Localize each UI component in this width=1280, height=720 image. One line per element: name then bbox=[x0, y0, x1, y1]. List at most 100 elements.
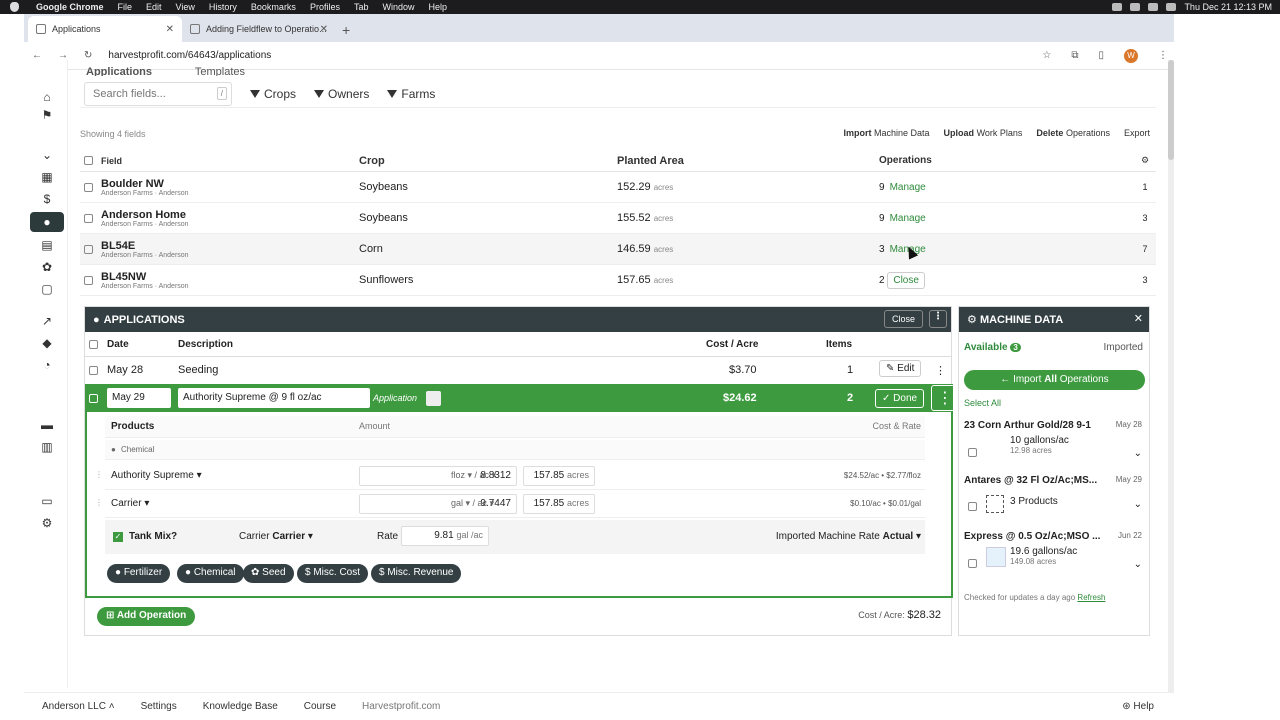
product-select[interactable]: Carrier ▾ bbox=[111, 498, 149, 509]
new-tab-icon[interactable]: + bbox=[342, 22, 350, 38]
tank-mix-checkbox[interactable]: ✓ bbox=[113, 532, 123, 542]
chevron-down-icon[interactable]: ⌄ bbox=[1134, 499, 1142, 510]
row-checkbox[interactable] bbox=[84, 275, 93, 285]
drag-handle-icon[interactable]: ⋮ bbox=[95, 470, 103, 479]
profile-avatar[interactable]: W bbox=[1124, 48, 1138, 63]
delete-operations-button[interactable]: Delete Operations bbox=[1036, 128, 1110, 138]
knowledge-base-link[interactable]: Knowledge Base bbox=[203, 701, 278, 712]
field-name[interactable]: BL45NW bbox=[101, 271, 359, 283]
application-row[interactable]: May 28 Seeding $3.70 1 ✎ Edit ⋮ bbox=[85, 357, 951, 383]
select-all-checkbox[interactable] bbox=[84, 156, 93, 165]
extensions-icon[interactable]: ⧉ bbox=[1071, 50, 1078, 61]
carrier-select[interactable]: Carrier Carrier ▾ bbox=[239, 531, 313, 542]
col-field[interactable]: Field bbox=[101, 156, 359, 166]
help-button[interactable]: ⊛ Help bbox=[1122, 701, 1154, 712]
field-name[interactable]: BL54E bbox=[101, 240, 359, 252]
table-row[interactable]: BL45NW Anderson Farms · Anderson Sunflowe… bbox=[80, 265, 1156, 296]
import-all-operations-button[interactable]: ← Import All Operations bbox=[964, 370, 1145, 390]
chart-line-icon[interactable]: ↗ bbox=[40, 314, 54, 328]
site-link[interactable]: Harvestprofit.com bbox=[362, 701, 440, 712]
wifi-icon[interactable] bbox=[1130, 3, 1141, 11]
close-panel-button[interactable]: Close bbox=[883, 310, 923, 328]
seedling-icon[interactable]: ✿ bbox=[40, 260, 54, 274]
clock[interactable]: Thu Dec 21 12:13 PM bbox=[1184, 2, 1272, 12]
document-icon[interactable]: ▢ bbox=[40, 282, 54, 296]
menu-window[interactable]: Window bbox=[382, 2, 414, 12]
table-row[interactable]: Boulder NW Anderson Farms · Anderson Soyb… bbox=[80, 172, 1156, 203]
field-name[interactable]: Anderson Home bbox=[101, 209, 359, 221]
drag-handle-icon[interactable]: ⋮ bbox=[95, 498, 103, 507]
menu-edit[interactable]: Edit bbox=[146, 2, 162, 12]
flag-icon[interactable]: ⚑ bbox=[40, 108, 54, 122]
calendar-icon[interactable]: ▤ bbox=[40, 238, 54, 252]
row-menu-icon[interactable]: ⋮ bbox=[935, 364, 946, 377]
select-all-checkbox[interactable] bbox=[89, 339, 98, 349]
unit-select[interactable]: floz ▾ / ac ▾ bbox=[451, 470, 496, 481]
panel-menu-icon[interactable]: ⋮ bbox=[929, 310, 947, 328]
chevron-down-icon[interactable]: ⌄ bbox=[40, 148, 54, 162]
row-checkbox[interactable] bbox=[84, 182, 93, 192]
apple-icon[interactable] bbox=[10, 2, 19, 12]
dollar-icon[interactable]: $ bbox=[40, 192, 54, 206]
add-misc-revenue-button[interactable]: $ Misc. Revenue bbox=[371, 564, 462, 583]
search-icon[interactable] bbox=[1166, 3, 1177, 11]
table-row[interactable]: BL54E Anderson Farms · Anderson Corn 146.… bbox=[80, 234, 1156, 265]
url-field[interactable]: harvestprofit.com/64643/applications bbox=[108, 50, 271, 61]
add-chemical-button[interactable]: ● Chemical bbox=[177, 564, 244, 583]
close-icon[interactable]: ✕ bbox=[1134, 312, 1143, 325]
page-scrollbar[interactable] bbox=[1168, 60, 1174, 692]
browser-tab-applications[interactable]: Applications ✕ bbox=[28, 16, 182, 42]
dashboard-icon[interactable]: ⌂ bbox=[40, 90, 54, 104]
applications-drop-icon[interactable]: ● bbox=[30, 212, 64, 232]
close-tab-icon[interactable]: ✕ bbox=[320, 24, 328, 35]
field-name[interactable]: Boulder NW bbox=[101, 178, 359, 190]
row-checkbox[interactable] bbox=[89, 393, 98, 403]
bookmark-star-icon[interactable]: ☆ bbox=[1042, 50, 1051, 61]
building-icon[interactable]: ▥ bbox=[40, 440, 54, 454]
pie-chart-icon[interactable]: ◔ bbox=[40, 358, 54, 372]
farms-filter[interactable]: Farms bbox=[387, 87, 435, 101]
rate-input[interactable]: 9.81 gal /ac bbox=[401, 526, 489, 546]
tab-imported[interactable]: Imported bbox=[1104, 342, 1143, 353]
reload-icon[interactable]: ↻ bbox=[84, 50, 92, 61]
menu-view[interactable]: View bbox=[176, 2, 195, 12]
col-area[interactable]: Planted Area bbox=[617, 155, 875, 167]
battery-icon[interactable] bbox=[1148, 3, 1159, 11]
menu-help[interactable]: Help bbox=[428, 2, 447, 12]
row-checkbox[interactable] bbox=[84, 244, 93, 254]
table-row[interactable]: Anderson Home Anderson Farms · Anderson S… bbox=[80, 203, 1156, 234]
tab-templates[interactable]: Templates bbox=[195, 66, 245, 76]
row-checkbox[interactable] bbox=[89, 365, 98, 375]
browser-menu-icon[interactable]: ⋮ bbox=[1158, 50, 1168, 61]
menu-app-name[interactable]: Google Chrome bbox=[36, 2, 104, 12]
settings-link[interactable]: Settings bbox=[141, 701, 177, 712]
add-misc-cost-button[interactable]: $ Misc. Cost bbox=[297, 564, 369, 583]
imported-rate-select[interactable]: Imported Machine Rate Actual ▾ bbox=[776, 531, 921, 542]
chevron-down-icon[interactable]: ⌄ bbox=[1134, 559, 1142, 570]
edit-button[interactable]: ✎ Edit bbox=[879, 360, 922, 377]
machine-item-checkbox[interactable] bbox=[968, 448, 977, 457]
row-checkbox[interactable] bbox=[84, 213, 93, 223]
acres-input[interactable]: 157.85 acres bbox=[523, 494, 595, 514]
description-input[interactable]: Authority Supreme @ 9 fl oz/ac bbox=[178, 388, 370, 408]
manage-link[interactable]: Manage bbox=[890, 182, 926, 193]
scrollbar-thumb[interactable] bbox=[1168, 60, 1174, 160]
select-all-link[interactable]: Select All bbox=[964, 398, 1001, 408]
sidebar-icon[interactable]: ▯ bbox=[1098, 50, 1104, 61]
close-tab-icon[interactable]: ✕ bbox=[166, 24, 174, 35]
row-menu-icon[interactable]: ⋮ bbox=[931, 385, 959, 411]
tab-applications[interactable]: Applications bbox=[86, 66, 152, 76]
tab-available[interactable]: Available 3 bbox=[964, 342, 1021, 353]
add-operation-button[interactable]: ⊞ Add Operation bbox=[97, 607, 196, 626]
done-button[interactable]: ✓ Done bbox=[875, 388, 925, 408]
tag-icon[interactable]: ◆ bbox=[40, 336, 54, 350]
search-input[interactable]: Search fields... / bbox=[84, 81, 232, 106]
tractor-icon[interactable]: ⚙ bbox=[40, 516, 54, 530]
product-select[interactable]: Authority Supreme ▾ bbox=[111, 470, 202, 481]
machine-item-checkbox[interactable] bbox=[968, 502, 977, 511]
menu-bookmarks[interactable]: Bookmarks bbox=[251, 2, 296, 12]
course-link[interactable]: Course bbox=[304, 701, 336, 712]
machine-item-checkbox[interactable] bbox=[968, 559, 977, 568]
map-icon[interactable]: ▦ bbox=[40, 170, 54, 184]
date-input[interactable]: May 29 bbox=[107, 388, 171, 408]
